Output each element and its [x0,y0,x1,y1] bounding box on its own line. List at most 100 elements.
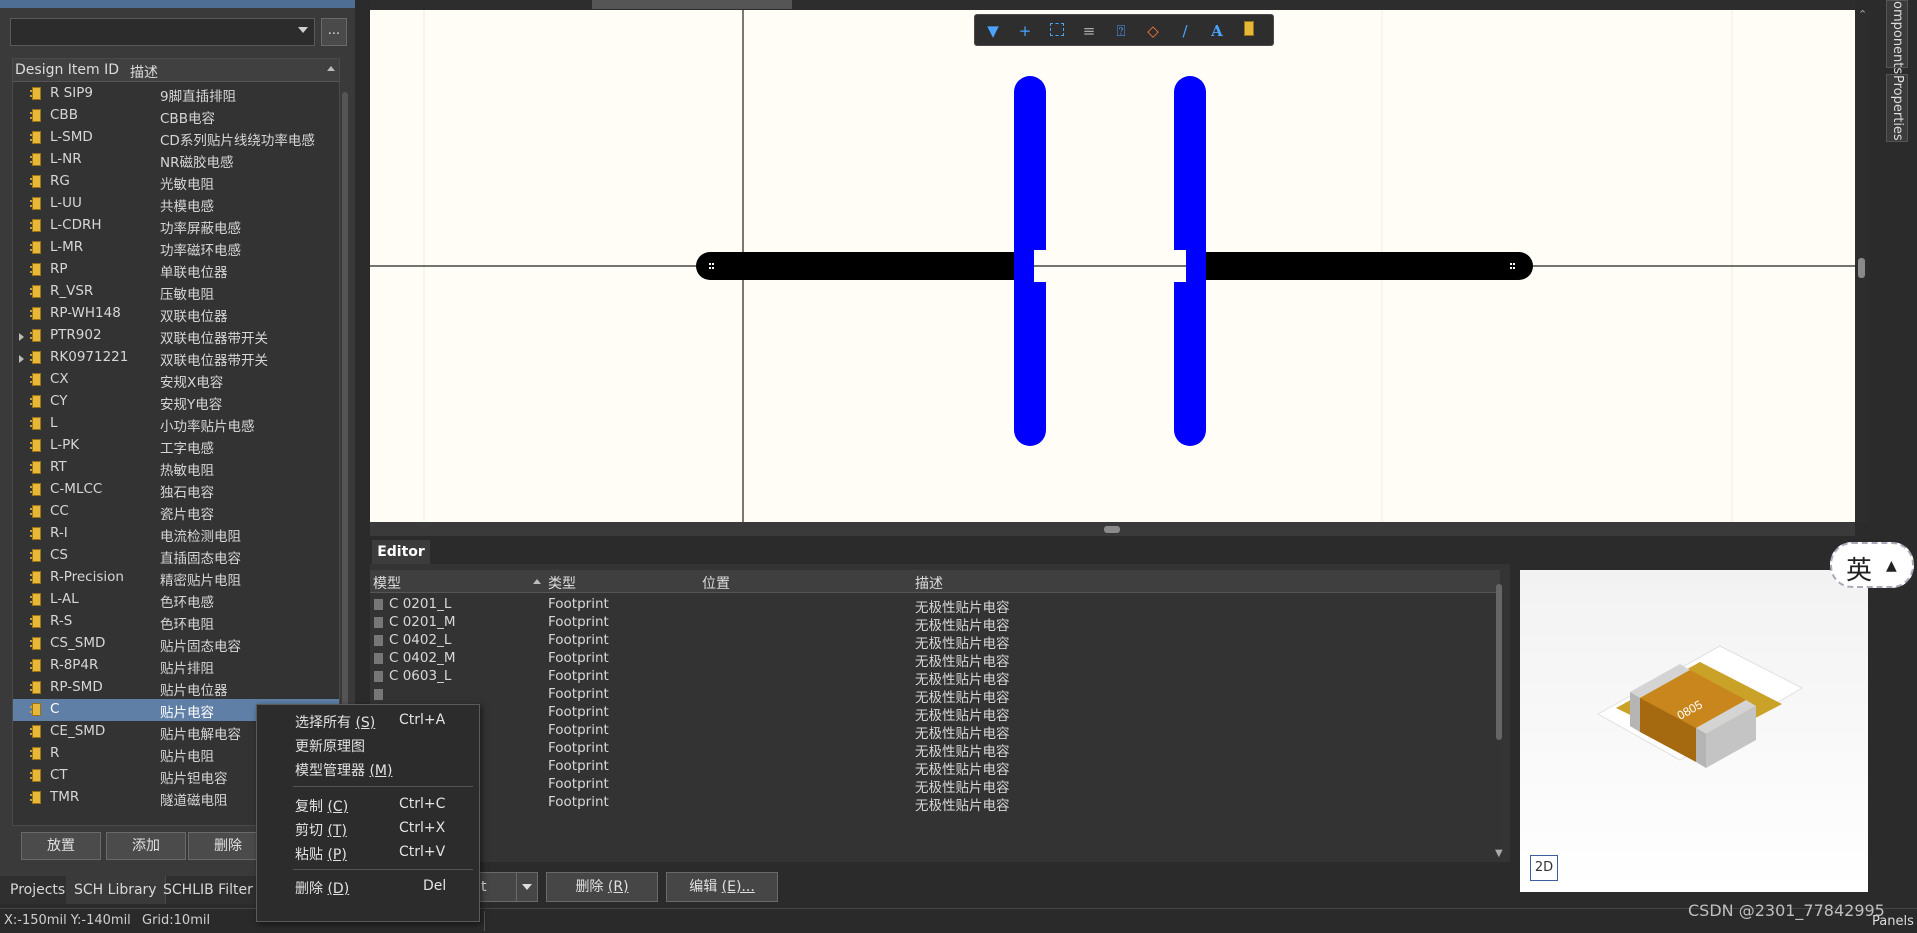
library-row[interactable]: L-CDRH 功率屏蔽电感 [13,215,339,237]
model-scrollbar[interactable] [1496,584,1502,740]
library-row[interactable]: R-Precision 精密贴片电阻 [13,567,339,589]
library-row[interactable]: R-I 电流检测电阻 [13,523,339,545]
scroll-down-icon[interactable]: ▼ [1495,848,1503,859]
library-row[interactable]: RP 单联电位器 [13,259,339,281]
library-row[interactable]: L-PK 工字电感 [13,435,339,457]
component-icon [30,791,41,804]
menu-paste[interactable]: 粘贴 (P) Ctrl+V [257,841,479,865]
context-menu: 选择所有 (S) Ctrl+A 更新原理图 模型管理器 (M) 复制 (C) C… [256,704,480,922]
model-type: Footprint [548,596,609,612]
library-row[interactable]: CY 安规Y电容 [13,391,339,413]
library-row[interactable]: CS_SMD 贴片固态电容 [13,633,339,655]
library-row[interactable]: R-8P4R 贴片排阻 [13,655,339,677]
library-row[interactable]: C-MLCC 独石电容 [13,479,339,501]
column-location[interactable]: 位置 [702,573,730,593]
library-row[interactable]: R-S 色环电阻 [13,611,339,633]
horizontal-scroll-thumb[interactable] [1104,526,1120,533]
watermark: CSDN @2301_77842995 [1688,901,1885,920]
expand-arrow-icon[interactable] [19,355,24,363]
collapse-up-icon[interactable]: ⌃ [1858,8,1867,21]
column-type[interactable]: 类型 [548,573,576,593]
library-row[interactable]: CS 直插固态电容 [13,545,339,567]
place-button[interactable]: 放置 [21,832,101,860]
library-row[interactable]: RG 光敏电阻 [13,171,339,193]
component-icon [30,659,41,672]
library-row[interactable]: PTR902 双联电位器带开关 [13,325,339,347]
menu-model-manager[interactable]: 模型管理器 (M) [257,757,479,781]
tab-properties[interactable]: Properties [1886,74,1908,142]
tab-sch-library[interactable]: SCH Library [66,876,166,904]
text-icon[interactable]: A [1205,20,1229,42]
library-row[interactable]: L 小功率贴片电感 [13,413,339,435]
ime-indicator[interactable]: 英 ▲ [1830,542,1914,588]
menu-separator [293,869,473,870]
eraser-icon[interactable]: ◇ [1141,20,1165,42]
select-rect-icon[interactable] [1045,20,1069,42]
remove-model-button[interactable]: 删除 (R) [546,872,658,902]
document-tab[interactable] [592,0,792,9]
add-model-button[interactable]: t [470,872,538,902]
tab-projects[interactable]: Projects [2,876,75,904]
design-item-desc: 安规X电容 [160,375,224,391]
component-icon [30,351,41,364]
vertical-scroll-thumb[interactable] [1858,258,1865,278]
library-row[interactable]: CBB CBB电容 [13,105,339,127]
status-divider [484,911,485,931]
design-item-desc: 安规Y电容 [160,397,223,413]
tab-editor[interactable]: Editor [372,540,430,564]
library-row[interactable]: L-NR NR磁胶电感 [13,149,339,171]
library-row[interactable]: L-SMD CD系列贴片线绕功率电感 [13,127,339,149]
menu-key: (T) [327,823,347,839]
column-description[interactable]: 描述 [915,573,943,593]
library-row[interactable]: RP-SMD 贴片电位器 [13,677,339,699]
menu-delete[interactable]: 删除 (D) Del [257,875,479,899]
column-description[interactable]: 描述 [130,62,158,82]
schematic-canvas[interactable] [370,10,1855,522]
menu-copy[interactable]: 复制 (C) Ctrl+C [257,793,479,817]
library-row[interactable]: L-UU 共模电感 [13,193,339,215]
menu-update-schematic[interactable]: 更新原理图 [257,733,479,757]
tab-components[interactable]: omponents [1886,0,1908,74]
design-item-desc: 功率磁环电感 [160,243,241,259]
model-name: C 0603_L [389,668,452,684]
add-button[interactable]: 添加 [106,832,186,860]
library-row[interactable]: L-AL 色环电感 [13,589,339,611]
library-row[interactable]: RP-WH148 双联电位器 [13,303,339,325]
add-model-dropdown[interactable] [516,873,537,901]
tab-schlib-filter[interactable]: SCHLIB Filter [155,876,262,904]
design-item-id: CT [50,767,68,783]
chevron-down-icon[interactable] [298,27,308,33]
design-item-desc: 小功率贴片电感 [160,419,255,435]
more-button[interactable]: ... [321,18,347,46]
design-item-desc: 直插固态电容 [160,551,241,567]
design-item-id: L-UU [50,195,82,211]
align-icon[interactable]: ≡ [1077,20,1101,42]
filter-icon[interactable]: ▼ [981,20,1005,42]
library-row[interactable]: RK0971221 双联电位器带开关 [13,347,339,369]
library-row[interactable]: CX 安规X电容 [13,369,339,391]
pin-icon[interactable]: ⍰ [1109,20,1133,42]
design-item-id: R [50,745,60,761]
menu-cut[interactable]: 剪切 (T) Ctrl+X [257,817,479,841]
footprint-icon [374,653,383,664]
footprint-3d-preview[interactable]: 0805 [1520,570,1868,892]
model-row[interactable]: Footprint 无极性贴片电容 [370,792,1500,814]
shirt-icon: ▲ [1886,558,1897,574]
crosshair-icon[interactable]: + [1013,20,1037,42]
column-design-item-id[interactable]: Design Item ID [15,62,119,78]
library-scrollbar[interactable] [342,92,348,782]
library-row[interactable]: R SIP9 9脚直插排阻 [13,83,339,105]
expand-arrow-icon[interactable] [19,333,24,341]
view-2d-button[interactable]: 2D [1530,855,1558,881]
menu-select-all[interactable]: 选择所有 (S) Ctrl+A [257,709,479,733]
library-row[interactable]: CC 瓷片电容 [13,501,339,523]
edit-model-button[interactable]: 编辑 (E)... [666,872,778,902]
line-icon[interactable]: ∕ [1173,20,1197,42]
column-model[interactable]: 模型 [373,573,401,593]
library-row[interactable]: R_VSR 压敏电阻 [13,281,339,303]
design-item-desc: 共模电感 [160,199,214,215]
library-filter-dropdown[interactable] [10,18,315,46]
library-row[interactable]: RT 热敏电阻 [13,457,339,479]
component-icon[interactable] [1237,20,1261,42]
library-row[interactable]: L-MR 功率磁环电感 [13,237,339,259]
